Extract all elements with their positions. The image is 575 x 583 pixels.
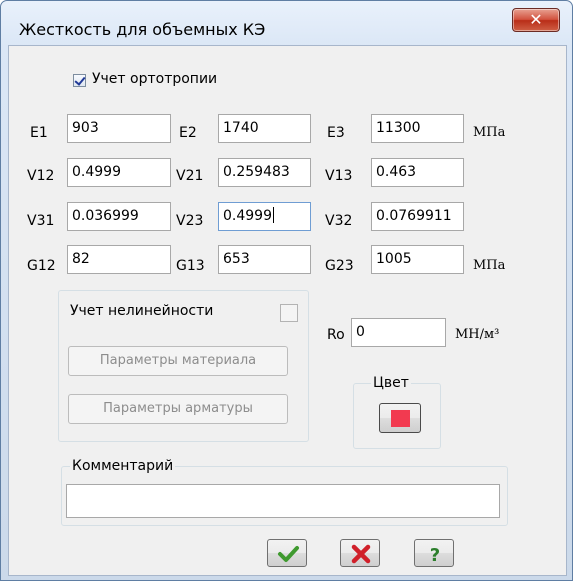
question-icon: ? [430,545,440,566]
v23-value: 0.4999 [223,208,272,224]
orthotropy-checkbox[interactable] [73,74,86,87]
close-button[interactable]: ✕ [512,8,560,32]
v32-field[interactable]: 0.0769911 [371,202,464,231]
color-button[interactable] [379,403,421,433]
v13-field[interactable]: 0.463 [371,158,464,187]
e3-field[interactable]: 11300 [371,114,464,143]
ok-button[interactable] [267,539,307,567]
color-swatch [391,410,410,427]
dialog-window: Жесткость для объемных КЭ ✕ Учет ортотро… [0,0,573,581]
v23-label: V23 [176,213,204,229]
rebar-parameters-button[interactable]: Параметры арматуры [68,394,288,424]
v31-field[interactable]: 0.036999 [67,202,171,231]
e3-label: E3 [327,125,345,141]
e2-label: E2 [179,125,197,141]
close-icon: ✕ [529,10,543,29]
v23-field[interactable]: 0.4999 [218,202,311,231]
unit-mpa-1: МПа [473,125,506,140]
ro-label: Ro [327,327,345,343]
material-parameters-button[interactable]: Параметры материала [68,346,288,376]
v12-label: V12 [27,168,55,184]
nonlinearity-checkbox[interactable] [280,304,298,322]
svg-text:?: ? [430,545,440,566]
checkmark-icon [278,546,299,562]
e1-label: E1 [30,125,48,141]
g12-label: G12 [27,258,56,274]
comment-label: Комментарий [70,458,176,474]
help-button[interactable]: ? [414,539,454,567]
ro-unit: МН/м³ [455,327,500,342]
unit-mpa-2: МПа [473,258,506,273]
nonlinearity-label: Учет нелинейности [70,303,214,319]
e1-field[interactable]: 903 [67,114,171,143]
g13-label: G13 [176,258,205,274]
v12-field[interactable]: 0.4999 [67,158,171,187]
v31-label: V31 [27,213,55,229]
text-caret [273,207,274,223]
e2-field[interactable]: 1740 [218,114,311,143]
title-bar: Жесткость для объемных КЭ ✕ [1,1,572,45]
g23-field[interactable]: 1005 [371,245,464,274]
v32-label: V32 [325,213,353,229]
window-title: Жесткость для объемных КЭ [19,20,266,39]
v13-label: V13 [325,168,353,184]
g23-label: G23 [325,258,354,274]
g13-field[interactable]: 653 [218,245,311,274]
orthotropy-label: Учет ортотропии [92,71,218,87]
v21-label: V21 [176,168,204,184]
v21-field[interactable]: 0.259483 [218,158,311,187]
cancel-button[interactable] [340,539,380,567]
comment-input[interactable] [66,484,500,518]
color-label: Цвет [371,375,411,391]
dialog-body: Учет ортотропии E1 903 E2 1740 E3 11300 … [8,45,567,576]
red-x-icon [351,544,371,564]
g12-field[interactable]: 82 [67,245,171,274]
ro-field[interactable]: 0 [351,318,446,347]
